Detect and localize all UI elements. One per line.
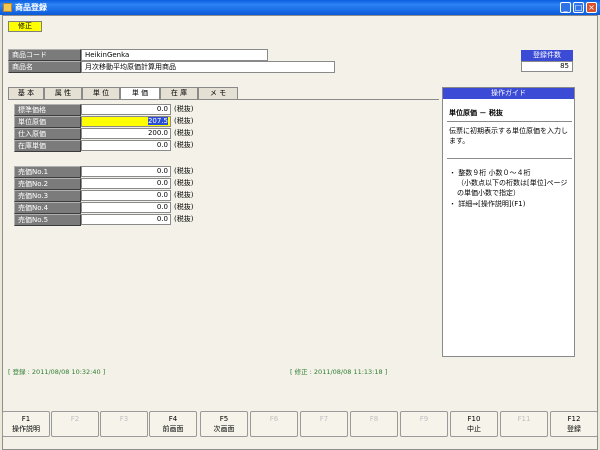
- unit-cost-selected-text: 207.5: [147, 117, 168, 125]
- sale-price-2-field[interactable]: 0.0: [81, 178, 171, 189]
- tab-attributes[interactable]: 属 性: [44, 87, 82, 99]
- f2-button[interactable]: F2: [51, 411, 99, 437]
- close-button[interactable]: ×: [586, 2, 597, 13]
- fkey-label: 前画面: [162, 425, 184, 433]
- tax-excluded-label: (税抜): [174, 117, 194, 125]
- product-code-field[interactable]: HeikinGenka: [81, 49, 268, 61]
- tab-basic[interactable]: 基 本: [8, 87, 44, 99]
- standard-price-label: 標準価格: [14, 104, 81, 116]
- sale-price-5-label: 売価No.5: [14, 214, 81, 226]
- fkey-number: F10: [467, 415, 481, 423]
- maximize-button[interactable]: □: [573, 2, 584, 13]
- guide-bullet-digits-note: （小数点以下の桁数は[単位]ページの単価小数で指定）: [457, 179, 568, 197]
- function-key-bar: F1 操作説明 F2 F3 F4 前画面 F5 次画面 F6 F7 F8 F9 F10…: [2, 411, 598, 449]
- record-count-value: 85: [521, 61, 573, 72]
- fkey-number: F8: [369, 415, 379, 423]
- tab-units[interactable]: 単 位: [82, 87, 120, 99]
- fkey-number: F7: [319, 415, 329, 423]
- f12-register-button[interactable]: F12 登録: [550, 411, 598, 437]
- tax-excluded-label: (税抜): [174, 105, 194, 113]
- fkey-number: F1: [21, 415, 31, 423]
- tax-excluded-label: (税抜): [174, 141, 194, 149]
- purchase-cost-field[interactable]: 200.0: [81, 128, 171, 139]
- tab-inventory[interactable]: 在 庫: [160, 87, 198, 99]
- registered-timestamp: [ 登録 : 2011/08/08 10:32:40 ]: [8, 368, 106, 376]
- fkey-label: 操作説明: [12, 425, 40, 433]
- fkey-label: 次画面: [213, 425, 235, 433]
- guide-description: 伝票に初期表示する単位原価を入力します。: [449, 127, 568, 145]
- sale-price-5-field[interactable]: 0.0: [81, 214, 171, 225]
- f3-button[interactable]: F3: [100, 411, 148, 437]
- tax-excluded-label: (税抜): [174, 191, 194, 199]
- inventory-unit-price-label: 在庫単価: [14, 140, 81, 152]
- guide-divider: [447, 121, 572, 122]
- sale-price-3-field[interactable]: 0.0: [81, 190, 171, 201]
- mode-badge: 修正: [8, 21, 42, 32]
- fkey-label: 登録: [567, 425, 581, 433]
- unit-cost-field[interactable]: 207.5: [81, 116, 171, 127]
- fkey-number: F9: [419, 415, 429, 423]
- tax-excluded-label: (税抜): [174, 203, 194, 211]
- purchase-cost-label: 仕入原価: [14, 128, 81, 140]
- fkey-number: F5: [219, 415, 229, 423]
- sale-price-1-field[interactable]: 0.0: [81, 166, 171, 177]
- f7-button[interactable]: F7: [300, 411, 348, 437]
- fkey-number: F4: [168, 415, 178, 423]
- guide-divider: [447, 158, 572, 159]
- product-name-field[interactable]: 月次移動平均原価計算用商品: [81, 61, 335, 73]
- tax-excluded-label: (税抜): [174, 167, 194, 175]
- tax-excluded-label: (税抜): [174, 179, 194, 187]
- operation-guide-panel: 操作ガイド 単位原価 － 税抜 伝票に初期表示する単位原価を入力します。 ・ 整…: [442, 87, 575, 357]
- product-code-label: 商品コード: [8, 49, 81, 61]
- product-name-label: 商品名: [8, 61, 81, 73]
- tax-excluded-label: (税抜): [174, 215, 194, 223]
- fkey-number: F11: [517, 415, 531, 423]
- guide-title: 単位原価 － 税抜: [449, 109, 503, 117]
- window-title: 商品登録: [15, 3, 47, 12]
- sale-price-4-label: 売価No.4: [14, 202, 81, 214]
- modified-timestamp: [ 修正 : 2011/08/08 11:13:18 ]: [290, 368, 388, 376]
- sale-price-1-label: 売価No.1: [14, 166, 81, 178]
- f4-previous-screen-button[interactable]: F4 前画面: [149, 411, 197, 437]
- guide-header: 操作ガイド: [443, 88, 574, 99]
- fkey-label: 中止: [467, 425, 481, 433]
- app-icon: [3, 3, 12, 12]
- fkey-number: F12: [567, 415, 581, 423]
- minimize-button[interactable]: _: [560, 2, 571, 13]
- standard-price-field[interactable]: 0.0: [81, 104, 171, 115]
- fkey-number: F6: [269, 415, 279, 423]
- f9-button[interactable]: F9: [400, 411, 448, 437]
- record-count-label: 登録件数: [521, 50, 573, 61]
- title-bar: 商品登録 _ □ ×: [0, 0, 600, 15]
- tab-memo[interactable]: メ モ: [198, 87, 238, 99]
- f11-button[interactable]: F11: [500, 411, 548, 437]
- sale-price-4-field[interactable]: 0.0: [81, 202, 171, 213]
- unit-cost-label: 単位原価: [14, 116, 81, 128]
- guide-bullet-digits: ・ 整数９桁 小数０～４桁: [449, 169, 531, 177]
- f8-button[interactable]: F8: [350, 411, 398, 437]
- f5-next-screen-button[interactable]: F5 次画面: [200, 411, 248, 437]
- fkey-number: F3: [119, 415, 129, 423]
- f10-cancel-button[interactable]: F10 中止: [450, 411, 498, 437]
- f1-help-button[interactable]: F1 操作説明: [2, 411, 50, 437]
- tax-excluded-label: (税抜): [174, 129, 194, 137]
- f6-button[interactable]: F6: [250, 411, 298, 437]
- fkey-number: F2: [70, 415, 80, 423]
- sale-price-2-label: 売価No.2: [14, 178, 81, 190]
- inventory-unit-price-field[interactable]: 0.0: [81, 140, 171, 151]
- guide-bullet-detail: ・ 詳細⇒[操作説明](F1): [449, 200, 526, 208]
- sale-price-3-label: 売価No.3: [14, 190, 81, 202]
